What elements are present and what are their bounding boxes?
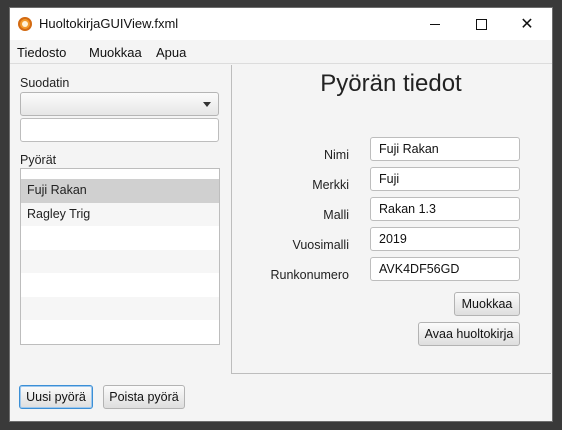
close-icon: ✕ [520,16,534,33]
list-item-empty [21,320,219,344]
bikes-list[interactable]: Fuji Rakan Ragley Trig [20,168,220,345]
list-item[interactable]: Fuji Rakan [21,179,219,203]
model-year-label: Vuosimalli [292,238,349,252]
name-field[interactable]: Fuji Rakan [370,137,520,161]
delete-bike-button[interactable]: Poista pyörä [103,385,185,409]
filter-input[interactable] [20,118,219,142]
brand-label: Merkki [312,178,349,192]
filter-label: Suodatin [20,76,70,90]
edit-button[interactable]: Muokkaa [454,292,520,316]
list-item-empty [21,343,219,344]
page-title: Pyörän tiedot [320,70,462,97]
menu-file[interactable]: Tiedosto [17,45,66,60]
close-button[interactable]: ✕ [504,8,550,40]
model-label: Malli [323,208,349,222]
app-icon [18,17,32,31]
menu-edit[interactable]: Muokkaa [89,45,142,60]
new-bike-button[interactable]: Uusi pyörä [19,385,93,409]
brand-field[interactable]: Fuji [370,167,520,191]
list-item-empty [21,273,219,297]
maximize-icon [475,18,487,30]
list-item-empty [21,249,219,273]
open-service-log-button[interactable]: Avaa huoltokirja [418,322,520,346]
frame-number-label: Runkonumero [270,268,349,282]
name-label: Nimi [324,148,349,162]
title-bar: HuoltokirjaGUIView.fxml ✕ [10,8,552,40]
list-item-empty [21,296,219,320]
minimize-icon [430,23,440,25]
list-item-empty [21,226,219,250]
window-title: HuoltokirjaGUIView.fxml [39,16,179,31]
list-item[interactable]: Ragley Trig [21,202,219,226]
menu-help[interactable]: Apua [156,45,186,60]
maximize-button[interactable] [458,8,504,40]
minimize-button[interactable] [412,8,458,40]
model-year-field[interactable]: 2019 [370,227,520,251]
app-window: HuoltokirjaGUIView.fxml ✕ Tiedosto Muokk… [9,7,553,422]
menu-bar: Tiedosto Muokkaa Apua [10,40,552,64]
frame-number-field[interactable]: AVK4DF56GD [370,257,520,281]
model-field[interactable]: Rakan 1.3 [370,197,520,221]
bikes-list-label: Pyörät [20,153,57,167]
filter-combo[interactable] [20,92,219,116]
chevron-down-icon [203,102,211,107]
